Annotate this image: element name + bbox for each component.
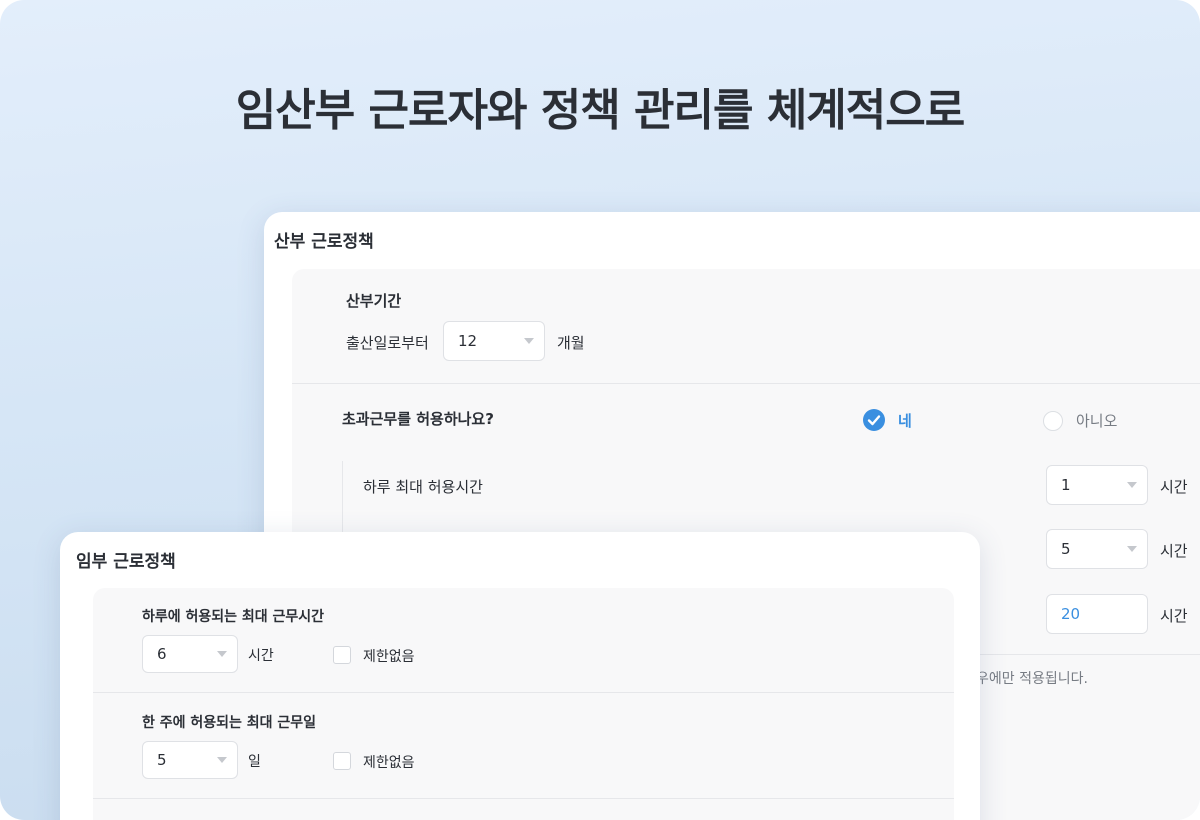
marketing-canvas: 임산부 근로자와 정책 관리를 체계적으로 산부 근로정책 산부기간 출산일로부… bbox=[0, 0, 1200, 820]
pregnancy-policy-panel: 하루에 허용되는 최대 근무시간 6 시간 제한없음 한 주에 허용되는 최대 … bbox=[93, 588, 954, 820]
from-birth-label: 출산일로부터 bbox=[346, 334, 429, 352]
caret-down-icon bbox=[524, 338, 534, 344]
weekly-max-value: 5 bbox=[1061, 540, 1071, 558]
daily-hours-unit: 시간 bbox=[248, 648, 274, 664]
weekly-days-title: 한 주에 허용되는 최대 근무일 bbox=[142, 715, 317, 731]
monthly-max-input[interactable]: 20 bbox=[1046, 594, 1148, 634]
weekly-days-unit: 일 bbox=[248, 754, 261, 770]
caret-down-icon bbox=[1127, 546, 1137, 552]
daily-unlimited-checkbox[interactable] bbox=[333, 646, 351, 664]
daily-max-select[interactable]: 1 bbox=[1046, 465, 1148, 505]
weekly-days-value: 5 bbox=[157, 751, 167, 769]
period-months-select[interactable]: 12 bbox=[443, 321, 545, 361]
overtime-no-radio[interactable] bbox=[1043, 411, 1063, 431]
section-divider bbox=[93, 798, 954, 799]
months-unit: 개월 bbox=[557, 334, 585, 352]
daily-hours-select[interactable]: 6 bbox=[142, 635, 238, 673]
daily-hours-value: 6 bbox=[157, 645, 167, 663]
check-circle-icon[interactable] bbox=[863, 409, 885, 431]
daily-max-value: 1 bbox=[1061, 476, 1071, 494]
section-divider bbox=[292, 383, 1200, 384]
daily-hours-title: 하루에 허용되는 최대 근무시간 bbox=[142, 609, 325, 625]
monthly-max-value: 20 bbox=[1061, 605, 1081, 623]
weekly-unlimited-label[interactable]: 제한없음 bbox=[363, 752, 415, 772]
section-divider bbox=[93, 692, 954, 693]
overtime-question: 초과근무를 허용하나요? bbox=[342, 410, 494, 428]
overtime-no-label[interactable]: 아니오 bbox=[1076, 410, 1117, 431]
weekly-max-unit: 시간 bbox=[1160, 542, 1188, 560]
monthly-max-unit: 시간 bbox=[1160, 607, 1188, 625]
weekly-unlimited-checkbox[interactable] bbox=[333, 752, 351, 770]
overtime-note: 우에만 적용됩니다. bbox=[976, 671, 1088, 687]
daily-unlimited-label[interactable]: 제한없음 bbox=[363, 646, 415, 666]
headline: 임산부 근로자와 정책 관리를 체계적으로 bbox=[235, 85, 965, 136]
daily-max-label: 하루 최대 허용시간 bbox=[363, 478, 483, 496]
caret-down-icon bbox=[1127, 482, 1137, 488]
pregnancy-policy-title: 임부 근로정책 bbox=[76, 552, 176, 572]
childbirth-policy-title: 산부 근로정책 bbox=[274, 232, 374, 252]
caret-down-icon bbox=[217, 757, 227, 763]
pregnancy-policy-card: 임부 근로정책 하루에 허용되는 최대 근무시간 6 시간 제한없음 한 주에 … bbox=[60, 532, 980, 820]
caret-down-icon bbox=[217, 651, 227, 657]
period-months-value: 12 bbox=[458, 332, 478, 350]
period-section-title: 산부기간 bbox=[346, 292, 402, 310]
weekly-max-select[interactable]: 5 bbox=[1046, 529, 1148, 569]
section-divider bbox=[972, 654, 1200, 655]
weekly-days-select[interactable]: 5 bbox=[142, 741, 238, 779]
daily-max-unit: 시간 bbox=[1160, 478, 1188, 496]
overtime-yes-label[interactable]: 네 bbox=[898, 410, 912, 431]
